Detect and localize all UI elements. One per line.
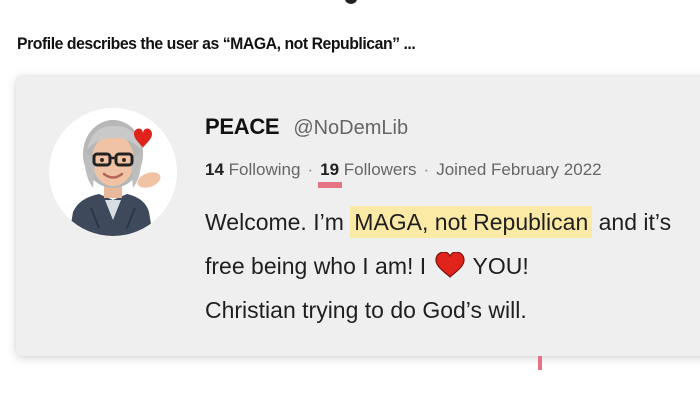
profile-bio: Welcome. I’m MAGA, not Republican and it… <box>205 200 700 332</box>
bio-text: Christian trying to do God’s will. <box>205 297 527 323</box>
followers-count: 19 <box>318 160 342 188</box>
joined-date: Joined February 2022 <box>436 160 602 179</box>
name-row: PEACE @NoDemLib <box>205 114 408 140</box>
top-edge-mark <box>345 0 357 4</box>
memoji-avatar-icon[interactable] <box>49 108 177 236</box>
stats-separator: · <box>307 160 314 179</box>
display-name[interactable]: PEACE <box>205 114 280 139</box>
following-label: Following <box>228 160 301 179</box>
annotation-mark <box>538 356 542 370</box>
profile-card: PEACE @NoDemLib 14 Following · 19 Followers… <box>16 76 700 356</box>
bio-text: Welcome. I’m <box>205 209 351 235</box>
followers-label: Followers <box>343 160 417 179</box>
following-count: 14 <box>205 160 224 179</box>
bio-text: YOU! <box>466 253 529 279</box>
caption: Profile describes the user as “MAGA, not… <box>17 34 416 53</box>
stats-separator: · <box>423 160 430 179</box>
user-handle[interactable]: @NoDemLib <box>293 117 408 139</box>
profile-stats: 14 Following · 19 Followers · Joined Februar… <box>205 160 602 188</box>
heart-emoji-icon <box>434 248 465 278</box>
following-link[interactable]: 14 Following <box>205 160 300 179</box>
followers-link[interactable]: 19 Followers <box>318 160 417 188</box>
bio-highlight: MAGA, not Republican <box>350 206 593 238</box>
